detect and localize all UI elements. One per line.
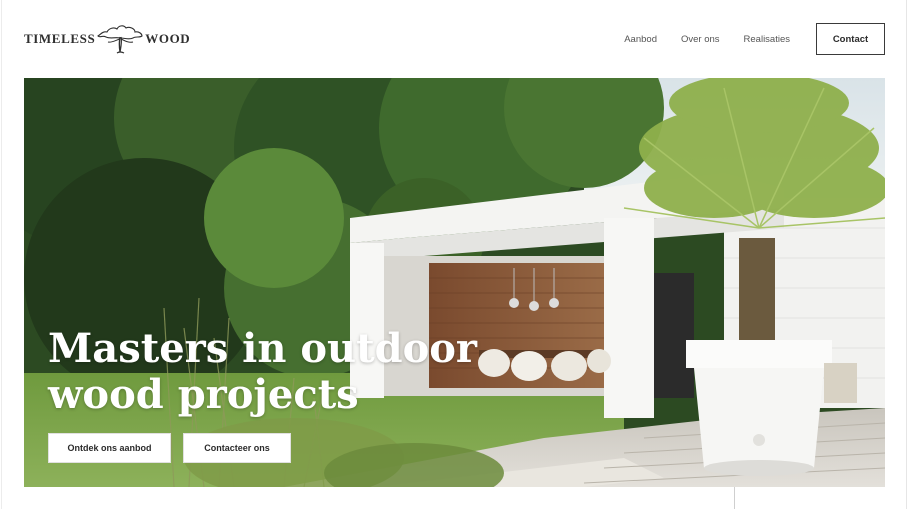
- tree-logo-icon: [97, 25, 143, 54]
- nav-item-over-ons[interactable]: Over ons: [681, 34, 720, 45]
- hero-title-line-1: Masters in outdoor: [48, 325, 478, 372]
- garden-pavilion-photo: [24, 78, 885, 487]
- main-nav: Aanbod Over ons Realisaties Contact: [624, 23, 885, 55]
- contact-us-button[interactable]: Contacteer ons: [183, 433, 291, 463]
- brand-word-left: TIMELESS: [24, 31, 96, 46]
- contact-button[interactable]: Contact: [816, 23, 885, 55]
- hero-title-line-2: wood projects: [48, 371, 359, 418]
- hero-title: Masters in outdoor wood projects: [48, 326, 478, 418]
- hero-banner: Masters in outdoor wood projects Ontdek …: [24, 78, 885, 487]
- nav-item-realisaties[interactable]: Realisaties: [744, 34, 790, 45]
- nav-item-aanbod[interactable]: Aanbod: [624, 34, 657, 45]
- brand-logo[interactable]: TIMELESS WOOD: [24, 22, 190, 56]
- discover-offer-button[interactable]: Ontdek ons aanbod: [48, 433, 171, 463]
- site-header: TIMELESS WOOD Aanbod Over ons Realisatie…: [0, 0, 909, 78]
- section-divider: [734, 487, 735, 509]
- brand-word-right: WOOD: [145, 31, 191, 46]
